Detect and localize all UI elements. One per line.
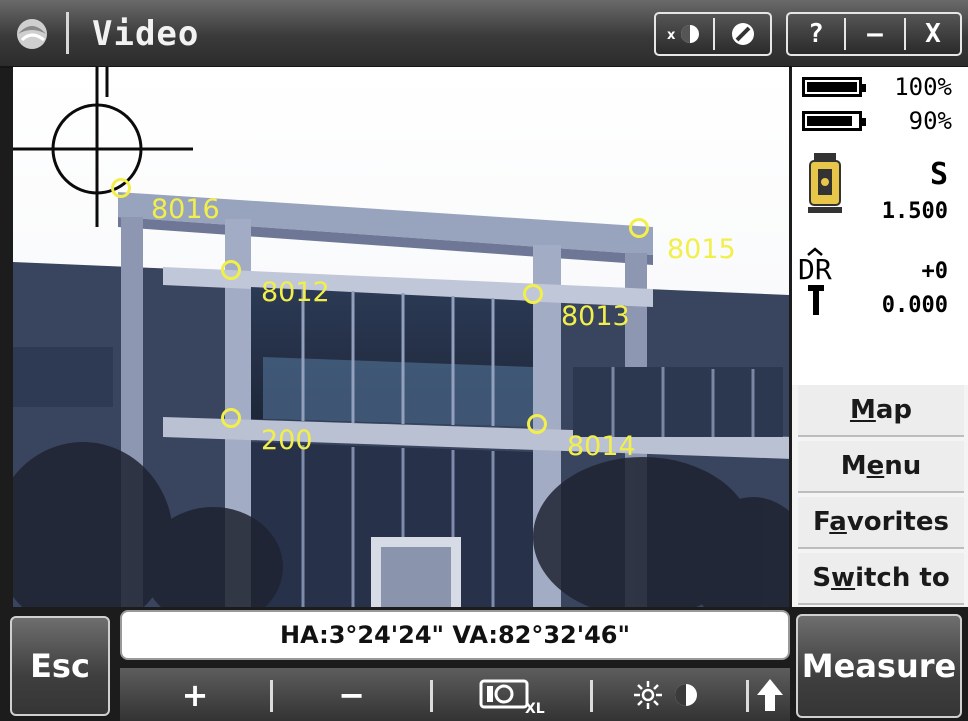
help-button[interactable]: ? xyxy=(790,14,842,54)
toolbar-divider xyxy=(746,680,749,712)
point-marker[interactable] xyxy=(523,284,543,304)
measure-button[interactable]: Measure xyxy=(796,614,962,718)
target-dr-toggle-button[interactable]: x xyxy=(660,14,710,54)
point-label: 8014 xyxy=(567,431,636,462)
expand-toolbar-button[interactable] xyxy=(750,668,790,721)
minimize-button[interactable]: — xyxy=(848,14,902,54)
menu-label: Menu xyxy=(840,451,922,481)
camera-xl-icon: XL xyxy=(479,679,545,715)
favorites-button[interactable]: Favorites xyxy=(798,497,964,549)
video-toolbar: + − XL xyxy=(120,668,790,721)
point-marker[interactable] xyxy=(111,178,131,198)
point-marker[interactable] xyxy=(221,260,241,280)
instrument-face: S xyxy=(929,157,948,192)
level-bubble-button[interactable] xyxy=(718,14,768,54)
battery-2-icon[interactable] xyxy=(802,111,866,131)
close-button[interactable]: X xyxy=(908,14,958,54)
point-label: 8016 xyxy=(151,194,220,225)
battery-nub xyxy=(862,118,866,126)
camera-xl-button[interactable]: XL xyxy=(433,668,590,721)
title-separator xyxy=(66,12,69,54)
map-button[interactable]: Map xyxy=(798,385,964,437)
switch-to-label: Switch to xyxy=(812,563,950,593)
point-marker[interactable] xyxy=(221,408,241,428)
point-marker[interactable] xyxy=(527,414,547,434)
point-marker[interactable] xyxy=(629,218,649,238)
brightness-contrast-button[interactable] xyxy=(593,668,743,721)
target-height: 1.500 xyxy=(881,199,948,224)
toolbar-divider xyxy=(713,18,715,50)
video-view[interactable]: 8016 8015 8012 8013 200 8014 xyxy=(13,67,789,607)
level-bubble-icon xyxy=(732,23,754,45)
menu-button[interactable]: Menu xyxy=(798,441,964,493)
favorites-label: Favorites xyxy=(813,507,949,537)
esc-button[interactable]: Esc xyxy=(10,616,110,716)
battery-nub xyxy=(862,84,866,92)
point-label: 8015 xyxy=(667,234,736,265)
total-station-icon[interactable] xyxy=(806,151,844,223)
battery-2-level xyxy=(807,116,852,126)
point-label: 8012 xyxy=(261,277,330,308)
angle-readout: HA:3°24'24" VA:82°32'46" xyxy=(120,610,790,660)
point-label: 8013 xyxy=(561,301,630,332)
svg-text:x: x xyxy=(667,28,676,43)
zoom-out-button[interactable]: − xyxy=(273,668,430,721)
trimble-logo-icon[interactable] xyxy=(12,14,52,54)
instrument-tools-group: x xyxy=(654,12,772,56)
arrow-up-icon xyxy=(757,678,783,711)
window-title: Video xyxy=(92,14,200,54)
brightness-contrast-icon xyxy=(634,680,697,709)
battery-1-icon[interactable] xyxy=(802,77,866,97)
window-controls-group: ? — X xyxy=(786,12,962,56)
title-bar: Video x ? — X xyxy=(0,0,968,68)
point-label: 200 xyxy=(261,425,313,456)
zoom-in-button[interactable]: + xyxy=(120,668,270,721)
map-label: Map xyxy=(849,395,913,425)
dr-pole-icon xyxy=(808,285,824,315)
toolbar-divider xyxy=(844,18,846,50)
toolbar-divider xyxy=(904,18,906,50)
dr-label: DR xyxy=(798,253,832,286)
dr-caret-icon xyxy=(807,247,823,256)
prism-constant: +0 xyxy=(921,259,949,284)
battery-2-percent: 90% xyxy=(908,107,952,135)
svg-text:XL: XL xyxy=(525,701,545,715)
target-dr-toggle-icon: x xyxy=(667,25,699,43)
switch-to-button[interactable]: Switch to xyxy=(798,553,964,605)
battery-1-percent: 100% xyxy=(894,73,952,101)
dr-height: 0.000 xyxy=(881,293,948,318)
battery-1-level xyxy=(807,82,857,92)
status-panel: 100% 90% S 1.500 DR +0 0.000 xyxy=(792,67,968,385)
